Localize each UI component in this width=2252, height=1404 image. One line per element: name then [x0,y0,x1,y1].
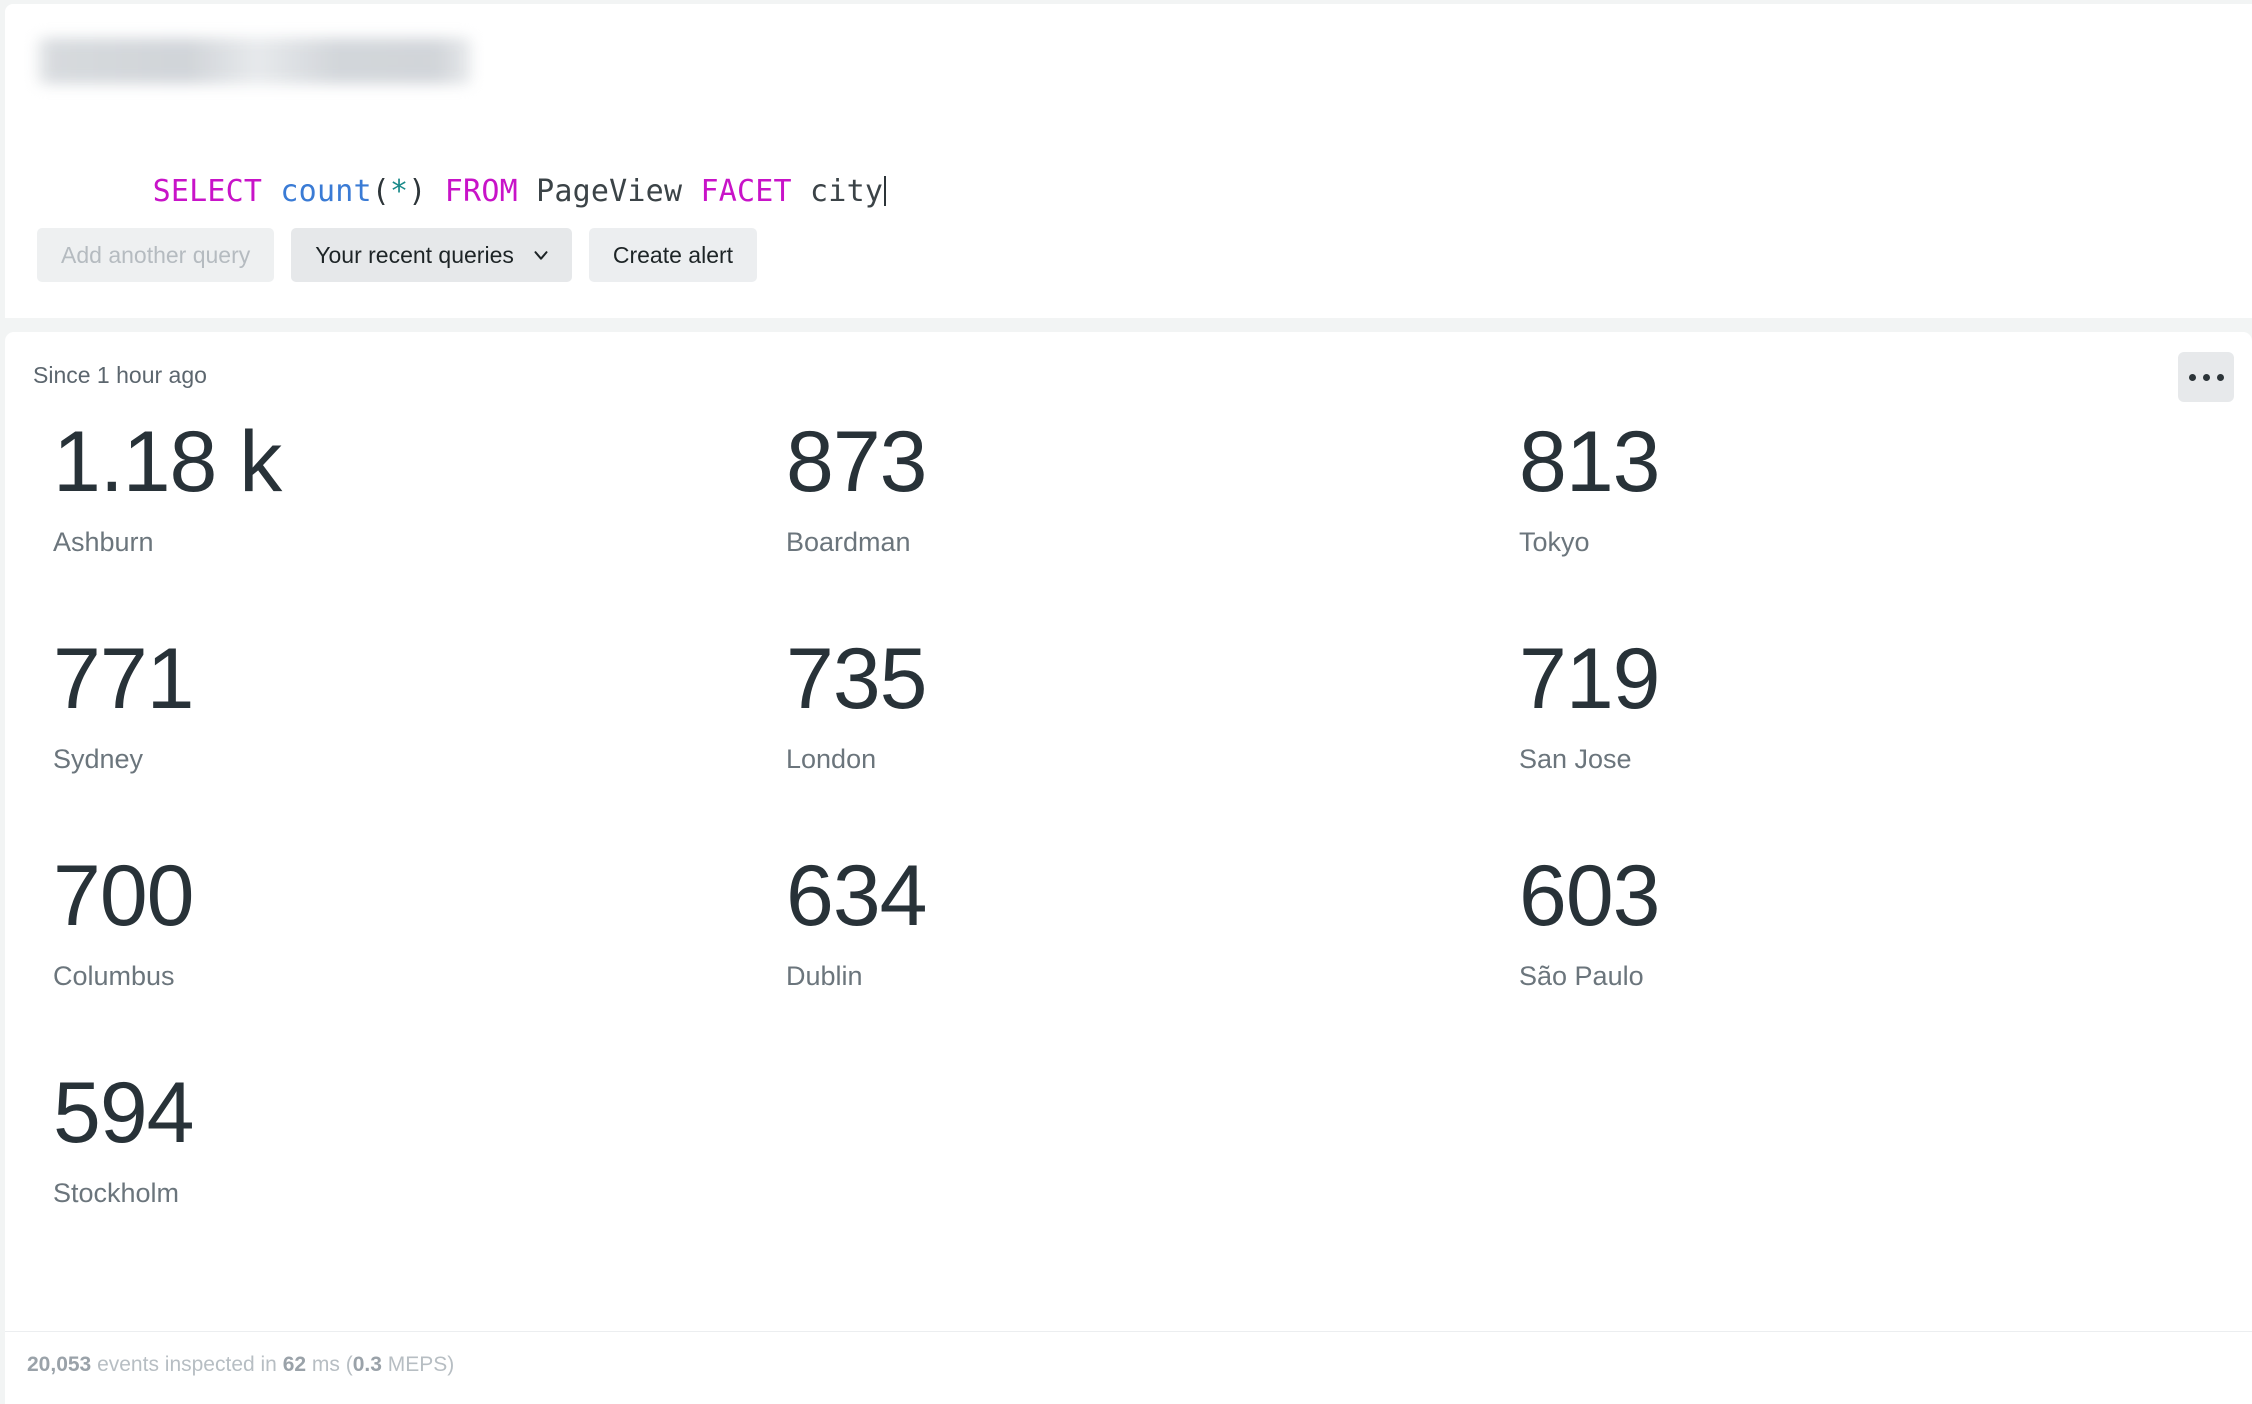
facet-result-cell[interactable]: 735 London [786,621,1519,838]
facet-result-cell[interactable]: 603 São Paulo [1519,838,2252,1055]
footer-divider [5,1331,2252,1332]
query-panel: SELECT count(*) FROM PageView FACET city… [5,4,2252,318]
facet-label: Columbus [53,961,175,991]
facet-label: Boardman [786,527,911,557]
query-token-facet-attribute: city [810,174,884,209]
facet-result-cell[interactable]: 771 Sydney [53,621,786,838]
facet-value: 603 [1519,848,1661,944]
create-alert-button[interactable]: Create alert [588,228,758,282]
facet-results-grid: 1.18 k Ashburn 873 Boardman 813 Tokyo 771 Sydne… [5,404,2252,1272]
more-options-button[interactable] [2178,352,2234,402]
query-token-count: count [280,174,372,209]
recent-queries-label: Your recent queries [315,242,514,268]
facet-label: London [786,744,877,774]
facet-value: 735 [786,631,928,727]
facet-label: Ashburn [53,527,154,557]
query-stats-footer: 20,053 events inspected in 62 ms (0.3 ME… [27,1353,454,1377]
facet-value: 1.18 k [53,414,282,510]
query-token-from: FROM [444,174,518,209]
query-token-event-type: PageView [536,174,683,209]
app-root: SELECT count(*) FROM PageView FACET city… [0,0,2252,1404]
facet-result-cell[interactable]: 719 San Jose [1519,621,2252,838]
add-another-query-button[interactable]: Add another query [37,228,275,282]
query-duration-value: 62 [282,1353,307,1376]
facet-label: Dublin [786,961,863,991]
facet-result-cell[interactable]: 700 Columbus [53,838,786,1055]
text-caret [884,176,887,206]
facet-label: Tokyo [1519,527,1590,557]
query-token-open-paren: ( [371,174,390,209]
facet-label: Stockholm [53,1178,180,1208]
facet-result-cell[interactable]: 634 Dublin [786,838,1519,1055]
chevron-down-icon [530,244,552,266]
facet-label: San Jose [1519,744,1632,774]
query-token-close-paren: ) [408,174,427,209]
results-panel: Since 1 hour ago 1.18 k Ashburn 873 Boardma… [5,332,2252,1404]
facet-result-cell[interactable]: 813 Tokyo [1519,404,2252,621]
redacted-account-selector[interactable] [37,38,471,84]
facet-result-cell[interactable]: 873 Boardman [786,404,1519,621]
recent-queries-button[interactable]: Your recent queries [291,228,572,282]
meps-value: 0.3 [352,1353,382,1376]
ellipsis-icon-dot [2202,373,2210,381]
meps-unit: MEPS) [381,1353,455,1376]
facet-value: 700 [53,848,195,944]
query-token-facet: FACET [700,174,792,209]
facet-value: 771 [53,631,195,727]
facet-value: 594 [53,1065,195,1161]
events-inspected-count: 20,053 [27,1353,92,1376]
facet-result-cell[interactable]: 1.18 k Ashburn [53,404,786,621]
events-inspected-text: events inspected in [91,1353,283,1376]
query-token-select: SELECT [152,174,263,209]
query-token-asterisk: * [390,174,409,209]
ellipsis-icon [2188,373,2196,381]
time-range-label: Since 1 hour ago [33,362,207,388]
query-duration-unit: ms ( [306,1353,353,1376]
facet-value: 634 [786,848,928,944]
facet-label: São Paulo [1519,961,1644,991]
facet-value: 813 [1519,414,1661,510]
query-actions-toolbar: Add another query Your recent queries Cr… [37,228,758,282]
ellipsis-icon-dot [2216,373,2224,381]
facet-result-cell[interactable]: 594 Stockholm [53,1055,786,1272]
facet-label: Sydney [53,744,144,774]
facet-value: 873 [786,414,928,510]
facet-value: 719 [1519,631,1661,727]
results-header: Since 1 hour ago [5,332,2252,404]
